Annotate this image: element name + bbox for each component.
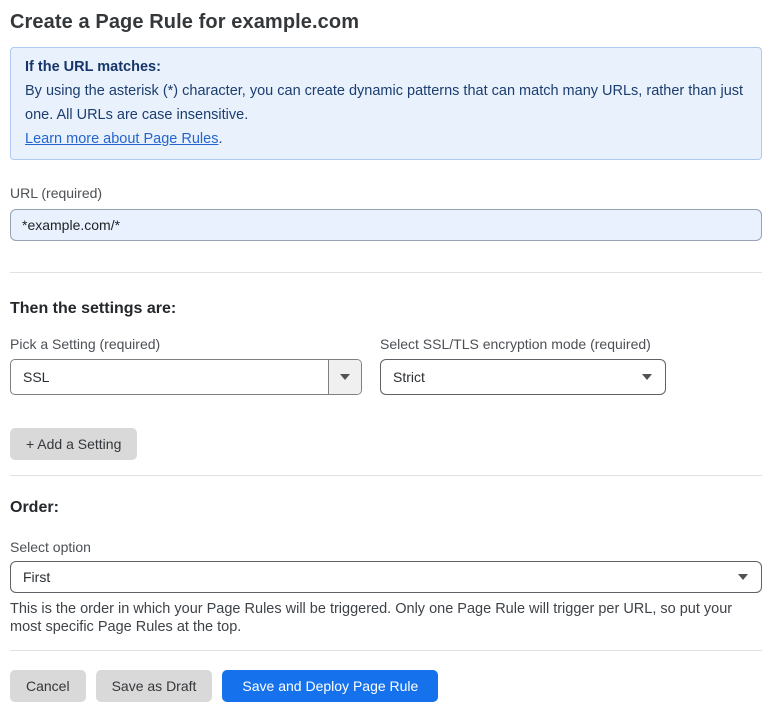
info-callout-heading: If the URL matches:	[25, 59, 161, 75]
url-match-info-callout: If the URL matches: By using the asteris…	[10, 47, 762, 160]
save-and-deploy-button[interactable]: Save and Deploy Page Rule	[222, 670, 439, 702]
order-select[interactable]: First	[10, 561, 762, 593]
pick-setting-label: Pick a Setting (required)	[10, 336, 161, 352]
ssl-mode-select[interactable]: Strict	[380, 359, 666, 395]
pick-setting-arrow-button[interactable]	[328, 360, 361, 394]
order-help-text: This is the order in which your Page Rul…	[10, 601, 733, 635]
chevron-down-icon	[340, 374, 350, 380]
ssl-mode-label: Select SSL/TLS encryption mode (required…	[380, 336, 651, 352]
pick-setting-selected-value: SSL	[23, 369, 50, 385]
order-section-heading: Order:	[10, 499, 59, 516]
order-select-label: Select option	[10, 539, 91, 555]
chevron-down-icon	[738, 574, 748, 580]
info-callout-body: By using the asterisk (*) character, you…	[25, 83, 744, 123]
footer-button-row: Cancel Save as Draft Save and Deploy Pag…	[10, 670, 762, 702]
add-setting-button[interactable]: + Add a Setting	[10, 428, 138, 460]
learn-more-link[interactable]: Learn more about Page Rules	[25, 131, 218, 147]
ssl-mode-column: Select SSL/TLS encryption mode (required…	[380, 335, 666, 395]
ssl-mode-arrow	[629, 374, 665, 380]
page-title: Create a Page Rule for example.com	[10, 11, 360, 33]
order-selected-value: First	[23, 569, 51, 585]
pick-setting-column: Pick a Setting (required) SSL	[10, 335, 362, 395]
link-period: .	[218, 131, 223, 147]
footer-divider	[10, 650, 762, 651]
order-select-arrow	[725, 574, 761, 580]
chevron-down-icon	[642, 374, 652, 380]
cancel-button[interactable]: Cancel	[10, 670, 86, 702]
pick-setting-select[interactable]: SSL	[10, 359, 362, 395]
settings-section-heading: Then the settings are:	[10, 300, 177, 317]
section-divider	[10, 272, 762, 273]
save-as-draft-button[interactable]: Save as Draft	[95, 670, 213, 702]
url-input[interactable]	[10, 209, 762, 241]
section-divider	[10, 475, 762, 476]
info-callout-link-line: Learn more about Page Rules.	[25, 127, 747, 151]
url-field-label: URL (required)	[10, 185, 103, 201]
ssl-mode-selected-value: Strict	[393, 369, 425, 385]
settings-row: Pick a Setting (required) SSL Select SSL…	[10, 335, 762, 395]
